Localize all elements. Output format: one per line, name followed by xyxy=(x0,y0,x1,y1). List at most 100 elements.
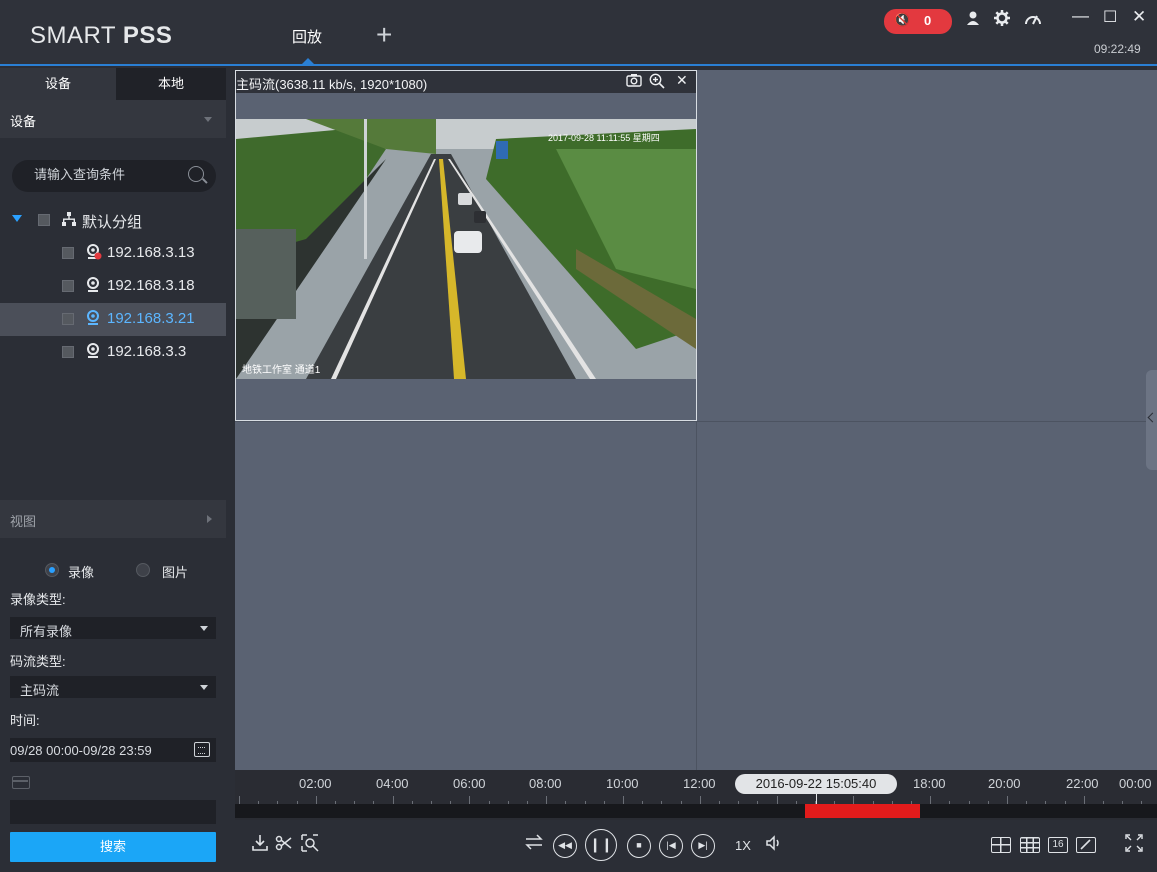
smart-search-icon[interactable] xyxy=(301,834,319,857)
device-row-selected[interactable]: 192.168.3.21 xyxy=(0,303,226,336)
group-icon xyxy=(61,211,77,232)
edit-layout-icon[interactable] xyxy=(1076,837,1096,853)
device-section-header[interactable]: 设备 xyxy=(0,100,226,138)
chevron-down-icon xyxy=(204,117,212,122)
rewind-button[interactable]: ◀◀ xyxy=(553,834,577,858)
calendar-icon[interactable] xyxy=(194,742,210,757)
device-row[interactable]: 192.168.3.3 xyxy=(0,336,226,369)
playback-controls: ◀◀ ❙❙ ■ |◀ ▶| 1X 16 xyxy=(235,820,1157,872)
timeline-label: 00:00 xyxy=(1119,776,1152,791)
device-section-label: 设备 xyxy=(10,114,37,129)
fullscreen-icon[interactable] xyxy=(1125,834,1143,857)
timeline-label: 08:00 xyxy=(529,776,562,791)
search-button[interactable]: 搜索 xyxy=(10,832,216,862)
minimize-button[interactable]: — xyxy=(1072,6,1089,26)
pause-button[interactable]: ❙❙ xyxy=(585,829,617,861)
video-cell-1[interactable]: 主码流(3638.11 kb/s, 1920*1080) ✕ 2017-09-2… xyxy=(235,70,697,421)
view-section-header[interactable]: 视图 xyxy=(0,500,226,538)
search-icon[interactable] xyxy=(188,166,204,182)
speedometer-icon[interactable] xyxy=(1024,10,1042,30)
device-row[interactable]: 192.168.3.13 xyxy=(0,237,226,270)
camera-icon xyxy=(86,277,102,299)
layout-16-icon[interactable]: 16 xyxy=(1048,837,1068,853)
record-type-select[interactable]: 所有录像 xyxy=(10,617,216,639)
add-tab-button[interactable]: + xyxy=(376,20,392,50)
tab-device[interactable]: 设备 xyxy=(0,68,116,100)
timeline-label: 04:00 xyxy=(376,776,409,791)
radio-picture[interactable] xyxy=(136,563,150,577)
device-label: 192.168.3.21 xyxy=(107,310,195,327)
scissors-icon[interactable] xyxy=(275,834,293,857)
device-label: 192.168.3.3 xyxy=(107,343,187,360)
chevron-down-icon xyxy=(200,685,208,690)
zoom-in-icon[interactable] xyxy=(649,73,665,92)
view-section-label: 视图 xyxy=(10,514,37,529)
time-range-value: 09/28 00:00-09/28 23:59 xyxy=(10,743,152,758)
time-range-field[interactable]: 09/28 00:00-09/28 23:59 xyxy=(10,738,216,762)
radio-picture-label: 图片 xyxy=(162,565,189,580)
timeline-label: 22:00 xyxy=(1066,776,1099,791)
search-input[interactable] xyxy=(34,167,184,182)
record-type-label: 录像类型: xyxy=(10,592,66,607)
timeline-label: 06:00 xyxy=(453,776,486,791)
right-panel-toggle[interactable] xyxy=(1146,370,1157,470)
camera-icon xyxy=(86,343,102,365)
video-cell-header: 主码流(3638.11 kb/s, 1920*1080) ✕ xyxy=(236,71,696,93)
maximize-button[interactable]: ☐ xyxy=(1103,7,1117,27)
close-icon[interactable]: ✕ xyxy=(676,72,688,89)
snapshot-icon[interactable] xyxy=(626,73,642,90)
device-label: 192.168.3.13 xyxy=(107,244,195,261)
timeline-cursor[interactable]: 2016-09-22 15:05:40 xyxy=(735,774,897,794)
stream-type-select[interactable]: 主码流 xyxy=(10,676,216,698)
timeline-label: 20:00 xyxy=(988,776,1021,791)
device-label: 192.168.3.18 xyxy=(107,277,195,294)
group-label: 默认分组 xyxy=(82,214,143,231)
stream-type-value: 主码流 xyxy=(20,683,60,698)
app-logo: SMART PSS xyxy=(30,22,173,49)
prev-frame-button[interactable]: |◀ xyxy=(659,834,683,858)
timeline-recordings xyxy=(805,804,920,818)
radio-record-label: 录像 xyxy=(68,565,95,580)
sidebar-tabs: 设备 本地 xyxy=(0,68,226,100)
timeline-cursor-pin xyxy=(816,794,817,804)
speed-label[interactable]: 1X xyxy=(735,838,751,853)
sidebar: 设备 本地 设备 默认分组 192.168.3.13 192.168.3.18 xyxy=(0,68,226,872)
timeline-label: 02:00 xyxy=(299,776,332,791)
time-label: 时间: xyxy=(10,713,40,728)
alarm-badge[interactable]: 🔇 0 xyxy=(884,9,952,34)
tab-local[interactable]: 本地 xyxy=(116,68,226,100)
chevron-right-icon xyxy=(207,515,212,523)
card-number-input[interactable] xyxy=(10,800,216,824)
layout-9-icon[interactable] xyxy=(1020,837,1040,853)
volume-icon[interactable] xyxy=(765,835,781,856)
user-icon[interactable] xyxy=(966,10,980,31)
camera-offline-icon xyxy=(86,244,102,266)
video-caption: 地铁工作室 通道1 xyxy=(242,365,321,376)
alarm-count: 0 xyxy=(924,13,932,28)
tab-playback[interactable]: 回放 xyxy=(262,18,352,64)
next-frame-button[interactable]: ▶| xyxy=(691,834,715,858)
clock: 09:22:49 xyxy=(1094,42,1141,56)
device-row[interactable]: 192.168.3.18 xyxy=(0,270,226,303)
video-frame: 2017-09-28 11:11:55 星期四 地铁工作室 通道1 xyxy=(236,119,696,379)
timeline[interactable]: 02:00 04:00 06:00 08:00 10:00 12:00 18:0… xyxy=(235,770,1157,820)
layout-4-icon[interactable] xyxy=(991,837,1011,853)
radio-record[interactable] xyxy=(45,563,59,577)
device-checkbox[interactable] xyxy=(62,346,74,358)
device-search xyxy=(12,160,216,192)
sync-icon[interactable] xyxy=(525,834,543,855)
device-checkbox[interactable] xyxy=(62,247,74,259)
timeline-label: 12:00 xyxy=(683,776,716,791)
device-checkbox[interactable] xyxy=(62,313,74,325)
gear-icon[interactable] xyxy=(994,10,1010,31)
stop-button[interactable]: ■ xyxy=(627,834,651,858)
device-checkbox[interactable] xyxy=(62,280,74,292)
stream-info: 主码流(3638.11 kb/s, 1920*1080) xyxy=(236,77,428,92)
tree-group-row[interactable]: 默认分组 xyxy=(0,204,226,237)
download-icon[interactable] xyxy=(251,834,269,857)
group-checkbox[interactable] xyxy=(38,214,50,226)
close-button[interactable]: ✕ xyxy=(1132,7,1146,27)
expand-icon[interactable] xyxy=(12,215,22,222)
timeline-track[interactable] xyxy=(235,804,1157,818)
grid-divider-horizontal xyxy=(235,421,1157,422)
